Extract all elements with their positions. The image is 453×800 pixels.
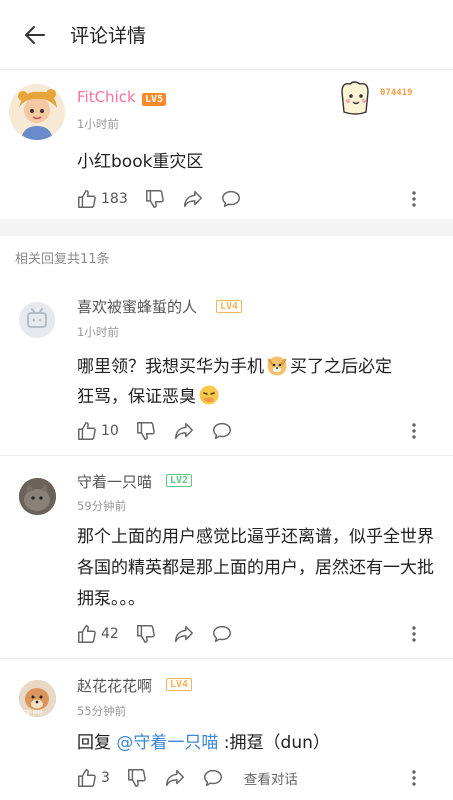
- vertical-dots-icon: [412, 423, 416, 439]
- comment-text: 小红book重灾区: [77, 152, 204, 172]
- default-tv-avatar-icon: [19, 302, 55, 338]
- reply-count-label: 相关回复共11条: [15, 252, 110, 267]
- share-button[interactable]: [173, 420, 195, 442]
- like-button[interactable]: 3: [76, 767, 110, 789]
- reply-item: 花花·神经 赵花花花啊 LV4 55分钟前 回复 @守着一只喵 :拥趸（dun）…: [0, 660, 453, 800]
- thumbs-down-icon: [136, 422, 155, 440]
- thumbs-down-icon: [136, 625, 155, 643]
- avatar[interactable]: [19, 302, 55, 338]
- cartoon-avatar-icon: [9, 84, 65, 140]
- thumbs-down-icon: [145, 190, 164, 208]
- more-options-button[interactable]: [411, 625, 417, 647]
- comment-text: 哪里领？我想买华为手机 买了之后必定 狂骂，保证恶臭: [77, 352, 437, 412]
- comment-text: 回复 @守着一只喵 :拥趸（dun）: [77, 728, 437, 758]
- comment-bubble-icon: [221, 190, 240, 208]
- back-arrow-icon: [25, 25, 45, 44]
- like-count: 3: [101, 770, 110, 786]
- vertical-dots-icon: [412, 626, 416, 642]
- comment-time: 55分钟前: [77, 704, 127, 718]
- comment-text-part: 狂骂，保证恶臭: [77, 387, 196, 407]
- comment-time: 59分钟前: [77, 499, 127, 513]
- level-badge: LV2: [166, 474, 193, 487]
- vertical-dots-icon: [412, 770, 416, 786]
- like-count: 42: [101, 626, 119, 642]
- username[interactable]: 守着一只喵: [77, 471, 152, 492]
- covering-mouth-emoji-icon: [199, 385, 219, 405]
- badge-number: 074419: [380, 88, 413, 98]
- username[interactable]: 赵花花花啊: [77, 675, 152, 696]
- share-icon: [183, 190, 202, 208]
- reply-button[interactable]: [220, 188, 242, 210]
- share-icon: [165, 769, 184, 787]
- more-options-button[interactable]: [411, 769, 417, 791]
- comment-text: 那个上面的用户感觉比逼乎还离谱，似乎全世界各国的精英都是那上面的用户，居然还有一…: [77, 527, 434, 609]
- page-title: 评论详情: [70, 25, 147, 47]
- comment-actions: 183: [76, 188, 437, 210]
- share-button[interactable]: [164, 767, 186, 789]
- comment-time: 1小时前: [77, 325, 119, 339]
- share-icon: [174, 625, 193, 643]
- comment-actions: 42: [76, 623, 437, 645]
- dislike-button[interactable]: [126, 767, 148, 789]
- reply-button[interactable]: [211, 623, 233, 645]
- reply-button[interactable]: [202, 767, 224, 789]
- share-button[interactable]: [173, 623, 195, 645]
- like-count: 10: [101, 423, 119, 439]
- avatar[interactable]: 花花·神经: [19, 680, 56, 717]
- vertical-dots-icon: [412, 191, 416, 207]
- dislike-button[interactable]: [135, 420, 157, 442]
- avatar[interactable]: [9, 84, 65, 140]
- share-button[interactable]: [182, 188, 204, 210]
- thumbs-up-icon: [78, 422, 96, 440]
- like-count: 183: [101, 191, 128, 207]
- avatar-caption: 花花·神经: [21, 710, 43, 716]
- comment-text-part: 买了之后必定: [290, 357, 392, 377]
- comment-bubble-icon: [212, 625, 231, 643]
- thumbs-up-icon: [78, 769, 96, 787]
- thumbs-up-icon: [78, 190, 96, 208]
- comment-actions: 3 查看对话: [76, 767, 437, 789]
- main-comment: FitChick LV5 074419 1小时前 小红book重灾区 183: [0, 70, 453, 219]
- cat-avatar-icon: [19, 478, 56, 515]
- thumbs-up-icon: [78, 625, 96, 643]
- more-options-button[interactable]: [411, 422, 417, 444]
- like-button[interactable]: 183: [76, 188, 128, 210]
- level-badge: LV4: [216, 300, 243, 313]
- view-dialog-label: 查看对话: [243, 772, 298, 788]
- dislike-button[interactable]: [135, 623, 157, 645]
- username[interactable]: 喜欢被蜜蜂蜇的人: [77, 296, 197, 317]
- share-icon: [174, 422, 193, 440]
- doge-emoji-icon: [267, 356, 287, 376]
- comment-bubble-icon: [212, 422, 231, 440]
- level-badge: LV4: [166, 678, 193, 691]
- divider: [0, 658, 453, 659]
- reply-item: 守着一只喵 LV2 59分钟前 那个上面的用户感觉比逼乎还离谱，似乎全世界各国的…: [0, 456, 453, 659]
- username[interactable]: FitChick: [77, 88, 136, 106]
- reply-prefix: 回复: [77, 733, 117, 753]
- avatar[interactable]: [19, 478, 56, 515]
- thumbs-down-icon: [127, 769, 146, 787]
- like-button[interactable]: 10: [76, 420, 119, 442]
- cartoon-mascot-icon: [341, 81, 369, 115]
- reply-button[interactable]: [211, 420, 233, 442]
- level-badge: LV5: [142, 93, 167, 106]
- reply-item: 喜欢被蜜蜂蜇的人 LV4 1小时前 哪里领？我想买华为手机 买了之后必定 狂骂，保…: [0, 284, 453, 456]
- more-options-button[interactable]: [411, 190, 417, 212]
- comment-actions: 10: [76, 420, 437, 442]
- back-button[interactable]: [0, 0, 70, 70]
- comment-text-part: 哪里领？我想买华为手机: [77, 357, 264, 377]
- fan-badge: 074419: [336, 78, 436, 118]
- comment-text-part: :拥趸（dun）: [218, 733, 330, 753]
- mention-link[interactable]: @守着一只喵: [116, 733, 218, 753]
- top-bar: 评论详情: [0, 0, 453, 70]
- like-button[interactable]: 42: [76, 623, 119, 645]
- comment-time: 1小时前: [77, 117, 119, 131]
- dislike-button[interactable]: [144, 188, 166, 210]
- comment-bubble-icon: [203, 769, 222, 787]
- section-separator: [0, 219, 453, 236]
- view-dialog-link[interactable]: 查看对话: [244, 768, 298, 788]
